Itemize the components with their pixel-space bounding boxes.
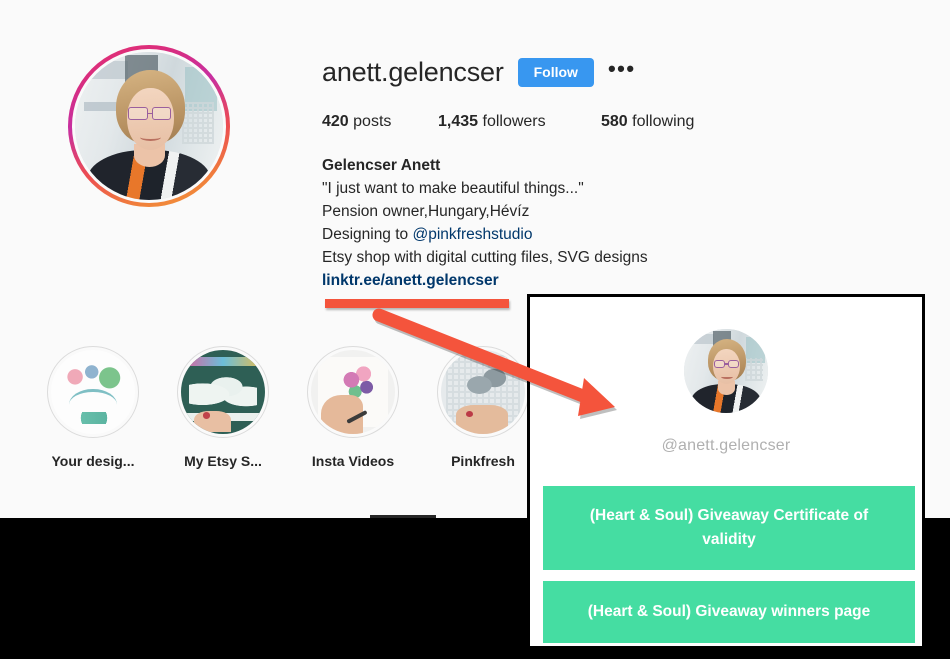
highlight-thumbnail-my-etsy-shop xyxy=(181,350,265,434)
highlight-thumbnail-insta-videos xyxy=(311,350,395,434)
bio-line-3-prefix: Designing to xyxy=(322,226,413,244)
avatar-photo-glasses-right xyxy=(151,106,172,121)
linktree-link-button-certificate[interactable]: (Heart & Soul) Giveaway Certificate of v… xyxy=(543,486,915,570)
bio-line-1: "I just want to make beautiful things...… xyxy=(322,180,584,198)
more-options-icon[interactable]: ••• xyxy=(608,58,636,82)
avatar-photo-glasses-bridge xyxy=(147,112,153,115)
bio-external-url-link[interactable]: linktr.ee/anett.gelencser xyxy=(322,269,499,292)
stat-followers[interactable]: 1,435 followers xyxy=(438,113,601,131)
linktree-avatar-glasses-bridge xyxy=(725,363,729,366)
highlight-label: Pinkfresh xyxy=(451,453,515,469)
profile-title-row: anett.gelencser Follow ••• xyxy=(322,58,882,87)
linktree-preview-panel: @anett.gelencser (Heart & Soul) Giveaway… xyxy=(527,294,925,649)
profile-full-name: Gelencser Anett xyxy=(322,157,441,174)
stat-posts-label: posts xyxy=(353,113,392,130)
linktree-avatar-glasses-right xyxy=(727,360,739,368)
avatar-photo-shelf-lower xyxy=(83,102,120,112)
bio-line-3: Designing to @pinkfreshstudio xyxy=(322,223,882,246)
linktree-handle: @anett.gelencser xyxy=(661,437,791,454)
avatar[interactable] xyxy=(75,52,223,200)
stat-following-count: 580 xyxy=(601,113,628,130)
avatar-inner-border xyxy=(72,49,226,203)
story-highlight-your-designs[interactable]: Your desig... xyxy=(28,346,158,469)
profile-stats: 420 posts 1,435 followers 580 following xyxy=(322,113,882,131)
highlight-ring xyxy=(307,346,399,438)
avatar-photo-glasses-left xyxy=(128,106,148,121)
stat-posts-count: 420 xyxy=(322,113,349,130)
highlight-thumbnail-your-designs xyxy=(51,350,135,434)
highlight-label: My Etsy S... xyxy=(184,453,262,469)
linktree-avatar-glasses-left xyxy=(714,360,726,368)
story-highlight-my-etsy-shop[interactable]: My Etsy S... xyxy=(158,346,288,469)
linktree-avatar-grid-object xyxy=(744,357,763,382)
profile-avatar-ring[interactable] xyxy=(68,45,230,207)
avatar-photo-grid-object xyxy=(181,102,215,144)
bio-line-4: Etsy shop with digital cutting files, SV… xyxy=(322,249,648,267)
highlight-ring xyxy=(437,346,529,438)
story-highlights-row: Your desig... My Etsy S... Insta Videos xyxy=(28,346,548,469)
active-tab-indicator xyxy=(370,515,436,518)
bio-line-2: Pension owner,Hungary,Hévíz xyxy=(322,203,530,221)
avatar-photo-shelf xyxy=(83,60,129,79)
stat-posts: 420 posts xyxy=(322,113,438,131)
highlight-thumbnail-pinkfresh xyxy=(441,350,525,434)
highlight-label: Insta Videos xyxy=(311,453,395,469)
stat-following[interactable]: 580 following xyxy=(601,113,694,131)
stat-followers-count: 1,435 xyxy=(438,113,479,130)
bio-mention-link[interactable]: @pinkfreshstudio xyxy=(412,226,532,243)
profile-username: anett.gelencser xyxy=(322,57,504,87)
profile-bio: Gelencser Anett "I just want to make bea… xyxy=(322,154,882,293)
stat-followers-label: followers xyxy=(482,113,546,130)
linktree-link-button-winners[interactable]: (Heart & Soul) Giveaway winners page xyxy=(543,581,915,643)
linktree-avatar xyxy=(684,329,768,413)
highlight-ring xyxy=(47,346,139,438)
highlight-label: Your desig... xyxy=(51,453,135,469)
story-highlight-insta-videos[interactable]: Insta Videos xyxy=(288,346,418,469)
annotation-underline xyxy=(325,299,509,308)
stat-following-label: following xyxy=(632,113,695,130)
highlight-ring xyxy=(177,346,269,438)
linktree-avatar-shelf xyxy=(689,334,715,345)
profile-header: anett.gelencser Follow ••• 420 posts 1,4… xyxy=(322,58,882,293)
follow-button[interactable]: Follow xyxy=(517,58,594,87)
avatar-photo-smile xyxy=(140,133,161,141)
